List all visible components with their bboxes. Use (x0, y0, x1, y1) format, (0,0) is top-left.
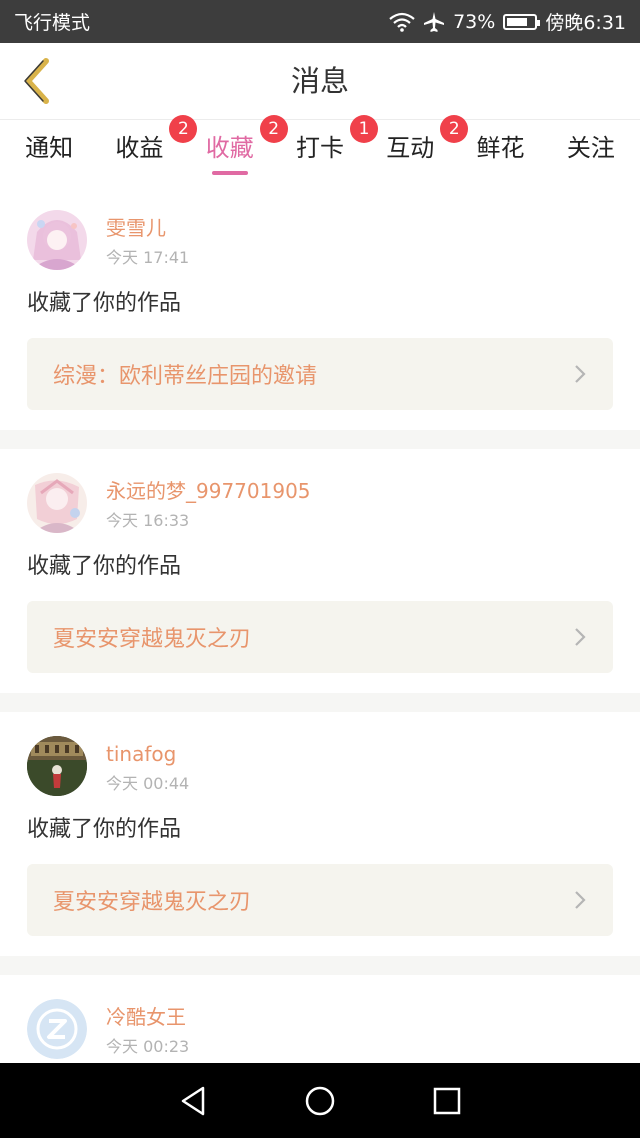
timestamp: 今天 17:41 (106, 248, 190, 267)
battery-percent: 73% (453, 10, 496, 33)
wifi-icon (389, 12, 415, 32)
airplane-icon (423, 11, 445, 33)
nav-back-button[interactable] (173, 1081, 213, 1121)
status-bar: 飞行模式 73% 傍晚6:31 (0, 0, 640, 43)
username[interactable]: 雯雪儿 (106, 214, 189, 242)
work-link[interactable]: 夏安安穿越鬼灭之刃 (27, 864, 613, 936)
nav-recents-button[interactable] (427, 1081, 467, 1121)
username[interactable]: tinafog (106, 740, 189, 768)
user-meta: 雯雪儿 今天 17:41 (106, 210, 189, 270)
tab-label: 通知 (25, 134, 74, 162)
message-card: 雯雪儿 今天 17:41 收藏了你的作品 综漫：欧利蒂丝庄园的邀请 (0, 186, 640, 430)
tab-flowers[interactable]: 鲜花 (471, 120, 531, 186)
tab-following[interactable]: 关注 (561, 120, 621, 186)
app-header: 消息 (0, 43, 640, 120)
system-nav-bar (0, 1063, 640, 1138)
active-tab-indicator (211, 171, 248, 175)
user-row: 永远的梦_997701905 今天 16:33 (27, 473, 613, 533)
back-triangle-icon (182, 1086, 205, 1115)
work-title: 综漫：欧利蒂丝庄园的邀请 (53, 364, 318, 389)
action-text: 收藏了你的作品 (27, 554, 182, 579)
battery-charging-icon (503, 13, 541, 30)
recents-square-icon (433, 1087, 460, 1114)
tab-label: 收益 (115, 134, 164, 162)
screen: 飞行模式 73% 傍晚6:31 消息 通知 收益 2 收藏 2 打卡 1 互动 … (0, 0, 640, 1138)
user-meta: 冷酷女王 今天 00:23 (106, 999, 189, 1059)
clock: 傍晚6:31 (545, 12, 626, 34)
tab-favorites[interactable]: 收藏 2 (200, 115, 288, 186)
action-text: 收藏了你的作品 (27, 817, 182, 842)
unread-badge: 1 (349, 115, 378, 143)
timestamp: 今天 00:44 (106, 774, 190, 793)
tab-notifications[interactable]: 通知 (19, 120, 79, 186)
chevron-right-icon (575, 365, 586, 383)
default-avatar-icon[interactable] (27, 999, 87, 1059)
timestamp: 今天 00:23 (106, 1037, 190, 1056)
user-meta: tinafog 今天 00:44 (106, 736, 189, 796)
work-link[interactable]: 综漫：欧利蒂丝庄园的邀请 (27, 338, 613, 410)
nav-home-button[interactable] (300, 1081, 340, 1121)
tab-label: 互动 (386, 134, 435, 162)
work-title: 夏安安穿越鬼灭之刃 (53, 627, 252, 652)
avatar[interactable] (27, 736, 87, 796)
home-circle-icon (305, 1086, 335, 1115)
message-list: 雯雪儿 今天 17:41 收藏了你的作品 综漫：欧利蒂丝庄园的邀请 永远的梦_9… (0, 186, 640, 1138)
user-row: 冷酷女王 今天 00:23 (27, 999, 613, 1059)
tab-earnings[interactable]: 收益 2 (109, 115, 198, 186)
tab-bar: 通知 收益 2 收藏 2 打卡 1 互动 2 鲜花 关注 (0, 115, 640, 186)
message-card: tinafog 今天 00:44 收藏了你的作品 夏安安穿越鬼灭之刃 (0, 712, 640, 956)
chevron-right-icon (575, 628, 586, 646)
unread-badge: 2 (259, 115, 288, 143)
avatar[interactable] (27, 210, 87, 270)
unread-badge: 2 (440, 115, 469, 143)
timestamp: 今天 16:33 (106, 511, 190, 530)
user-row: 雯雪儿 今天 17:41 (27, 210, 613, 270)
message-card: 永远的梦_997701905 今天 16:33 收藏了你的作品 夏安安穿越鬼灭之… (0, 449, 640, 693)
user-meta: 永远的梦_997701905 今天 16:33 (106, 473, 311, 533)
work-link[interactable]: 夏安安穿越鬼灭之刃 (27, 601, 613, 673)
username[interactable]: 冷酷女王 (106, 1003, 189, 1031)
user-row: tinafog 今天 00:44 (27, 736, 613, 796)
tab-label: 鲜花 (476, 134, 525, 162)
tab-checkin[interactable]: 打卡 1 (290, 115, 378, 186)
work-title: 夏安安穿越鬼灭之刃 (53, 890, 252, 915)
airplane-mode-label: 飞行模式 (14, 12, 91, 34)
tab-label: 收藏 (205, 134, 254, 162)
tab-interaction[interactable]: 互动 2 (380, 115, 469, 186)
tab-label: 打卡 (295, 134, 344, 162)
action-text: 收藏了你的作品 (27, 291, 182, 316)
username[interactable]: 永远的梦_997701905 (106, 477, 311, 505)
status-indicators: 73% 傍晚6:31 (389, 8, 626, 35)
unread-badge: 2 (169, 115, 198, 143)
page-title: 消息 (290, 64, 349, 98)
chevron-right-icon (575, 891, 586, 909)
tab-label: 关注 (566, 134, 615, 162)
avatar[interactable] (27, 473, 87, 533)
